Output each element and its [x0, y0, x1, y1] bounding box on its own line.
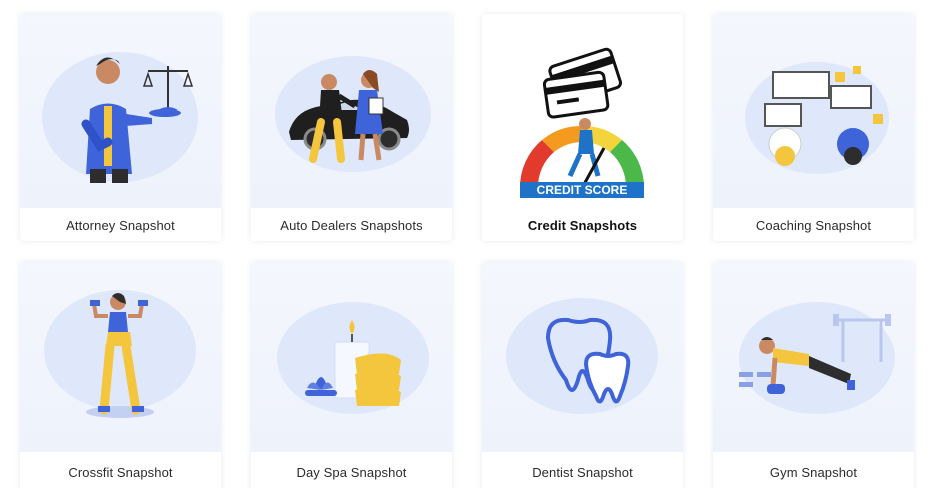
dentist-snapshot-card[interactable]: Dentist Snapshot [482, 262, 683, 488]
card-label: Attorney Snapshot [66, 218, 175, 233]
attorney-illustration-icon [42, 52, 198, 183]
credit-score-badge: CREDIT SCORE [536, 183, 628, 197]
credit-score-illustration-icon [500, 36, 665, 200]
spa-illustration-icon [277, 302, 429, 414]
auto-dealers-snapshot-card[interactable]: Auto Dealers Snapshots [251, 14, 452, 241]
card-label: Dentist Snapshot [532, 465, 633, 480]
card-label: Gym Snapshot [769, 465, 858, 480]
card-label: Coaching Snapshot [755, 218, 872, 233]
day-spa-snapshot-card[interactable]: Day Spa Snapshot [251, 262, 452, 488]
crossfit-snapshot-card[interactable]: Crossfit Snapshot [20, 262, 221, 488]
card-label: Day Spa Snapshot [296, 465, 407, 480]
coaching-illustration-icon [745, 62, 889, 174]
credit-snapshots-card[interactable]: CREDIT SCORE Credit Snapshots [482, 14, 683, 241]
card-label: Crossfit Snapshot [68, 465, 173, 480]
coaching-snapshot-card[interactable]: Coaching Snapshot [713, 14, 914, 241]
car-dealer-illustration-icon [275, 56, 431, 172]
tooth-illustration-icon [506, 298, 658, 414]
card-label: Auto Dealers Snapshots [280, 218, 423, 233]
gym-snapshot-card[interactable]: Gym Snapshot [713, 262, 914, 488]
gym-illustration-icon [739, 302, 895, 414]
card-label: Credit Snapshots [527, 218, 638, 233]
crossfit-illustration-icon [44, 290, 196, 418]
attorney-snapshot-card[interactable]: Attorney Snapshot [20, 14, 221, 241]
